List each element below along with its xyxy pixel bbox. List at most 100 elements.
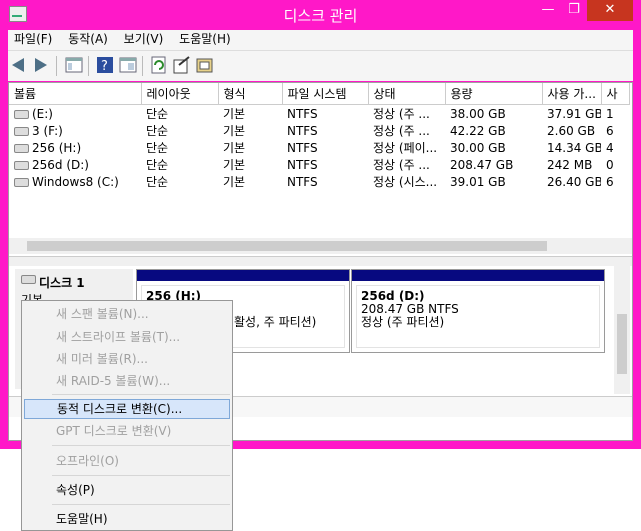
menu-new-mirrored-volume[interactable]: 새 미러 볼륨(R)... (24, 349, 230, 369)
refresh-icon[interactable] (150, 56, 168, 74)
filesystem-cell: NTFS (287, 106, 318, 121)
layout-cell: 단순 (146, 158, 169, 172)
filesystem-cell: NTFS (287, 157, 318, 172)
properties-icon[interactable] (173, 56, 191, 74)
menu-separator (52, 445, 230, 446)
minimize-button[interactable]: — (535, 0, 561, 21)
drive-icon (14, 126, 29, 136)
col-free[interactable]: 사 (601, 83, 630, 105)
menu-new-spanned-volume[interactable]: 새 스팬 볼륨(N)... (24, 304, 230, 324)
drive-icon (14, 109, 29, 119)
scrollbar-thumb[interactable] (27, 241, 547, 251)
used-cell: 242 MB (547, 157, 593, 172)
table-row[interactable]: 256d (D:) 단순 기본 NTFS 정상 (주 ... 208.47 GB… (9, 156, 629, 173)
layout-cell: 단순 (146, 124, 169, 138)
filesystem-cell: NTFS (287, 140, 318, 155)
partition-bar (137, 270, 349, 281)
free-cell: 6 (606, 174, 614, 189)
menu-properties[interactable]: 속성(P) (24, 480, 230, 500)
type-cell: 기본 (223, 158, 246, 172)
layout-cell: 단순 (146, 141, 169, 155)
status-cell: 정상 (페이... (373, 141, 438, 155)
menu-help-item[interactable]: 도움말(H) (24, 509, 230, 529)
type-cell: 기본 (223, 107, 246, 121)
used-cell: 26.40 GB (547, 174, 601, 189)
volume-name: (E:) (32, 106, 53, 121)
menu-view[interactable]: 보기(V) (118, 30, 170, 49)
partition-status: 정상 (주 파티션) (361, 315, 445, 329)
col-used[interactable]: 사용 가... (542, 83, 602, 105)
volume-name: 3 (F:) (32, 123, 63, 138)
menu-convert-to-gpt[interactable]: GPT 디스크로 변환(V) (24, 421, 230, 441)
capacity-cell: 39.01 GB (450, 174, 506, 189)
status-cell: 정상 (주 ... (373, 107, 430, 121)
volume-name: Windows8 (C:) (32, 174, 119, 189)
vertical-scrollbar[interactable] (614, 266, 630, 394)
col-volume[interactable]: 볼륨 (9, 83, 142, 105)
col-status[interactable]: 상태 (368, 83, 446, 105)
help-icon[interactable]: ? (96, 56, 114, 74)
toolbar-separator (88, 56, 89, 76)
volume-table: 볼륨 레이아웃 형식 파일 시스템 상태 용량 사용 가... 사 (E:) 단… (9, 83, 630, 190)
drive-icon (14, 143, 29, 153)
forward-arrow-icon[interactable] (35, 58, 47, 72)
show-hide-console-tree-icon[interactable] (65, 56, 83, 74)
capacity-cell: 30.00 GB (450, 140, 506, 155)
menu-action[interactable]: 동작(A) (62, 30, 114, 49)
close-button[interactable]: ✕ (587, 0, 633, 21)
partition-info: 256d (D:) 208.47 GB NTFS 정상 (주 파티션) (356, 285, 600, 348)
properties-pane-icon[interactable] (119, 56, 137, 74)
disk-settings-icon[interactable] (196, 56, 214, 74)
volume-cell: 256d (D:) (9, 156, 141, 173)
partition-d[interactable]: 256d (D:) 208.47 GB NTFS 정상 (주 파티션) (351, 269, 605, 353)
type-cell: 기본 (223, 141, 246, 155)
type-cell: 기본 (223, 175, 246, 189)
status-cell: 정상 (주 ... (373, 158, 430, 172)
maximize-button[interactable]: ❐ (561, 0, 587, 21)
capacity-cell: 38.00 GB (450, 106, 506, 121)
layout-cell: 단순 (146, 175, 169, 189)
menu-offline[interactable]: 오프라인(O) (24, 451, 230, 471)
capacity-cell: 208.47 GB (450, 157, 514, 172)
toolbar: ? (8, 50, 633, 81)
table-row[interactable]: (E:) 단순 기본 NTFS 정상 (주 ... 38.00 GB 37.91… (9, 105, 629, 123)
col-layout[interactable]: 레이아웃 (141, 83, 219, 105)
free-cell: 4 (606, 140, 614, 155)
volume-list: 볼륨 레이아웃 형식 파일 시스템 상태 용량 사용 가... 사 (E:) 단… (9, 83, 632, 255)
back-arrow-icon[interactable] (12, 58, 24, 72)
menu-new-striped-volume[interactable]: 새 스트라이프 볼륨(T)... (24, 327, 230, 347)
menu-convert-to-dynamic[interactable]: 동적 디스크로 변환(C)... (24, 399, 230, 419)
used-cell: 37.91 GB (547, 106, 601, 121)
volume-cell: 3 (F:) (9, 122, 141, 139)
table-header: 볼륨 레이아웃 형식 파일 시스템 상태 용량 사용 가... 사 (9, 83, 630, 105)
volume-cell: Windows8 (C:) (9, 173, 141, 190)
menu-bar: 파일(F) 동작(A) 보기(V) 도움말(H) (8, 30, 633, 50)
col-type[interactable]: 형식 (218, 83, 283, 105)
table-row[interactable]: 256 (H:) 단순 기본 NTFS 정상 (페이... 30.00 GB 1… (9, 139, 629, 156)
type-cell: 기본 (223, 124, 246, 138)
toolbar-separator (56, 56, 57, 76)
menu-file[interactable]: 파일(F) (8, 30, 58, 49)
used-cell: 2.60 GB (547, 123, 596, 138)
menu-separator (52, 394, 230, 395)
title-bar: 디스크 관리 — ❐ ✕ (0, 0, 641, 30)
toolbar-separator (142, 56, 143, 76)
col-capacity[interactable]: 용량 (445, 83, 543, 105)
table-row[interactable]: Windows8 (C:) 단순 기본 NTFS 정상 (시스... 39.01… (9, 173, 629, 190)
context-menu: 새 스팬 볼륨(N)... 새 스트라이프 볼륨(T)... 새 미러 볼륨(R… (21, 300, 233, 531)
svg-text:?: ? (101, 59, 108, 74)
used-cell: 14.34 GB (547, 140, 601, 155)
status-cell: 정상 (주 ... (373, 124, 430, 138)
volume-cell: 256 (H:) (9, 139, 141, 156)
status-cell: 정상 (시스... (373, 175, 438, 189)
free-cell: 6 (606, 123, 614, 138)
col-filesystem[interactable]: 파일 시스템 (282, 83, 369, 105)
scrollbar-thumb[interactable] (617, 314, 627, 374)
volume-cell: (E:) (9, 105, 141, 123)
volume-name: 256 (H:) (32, 140, 82, 155)
table-row[interactable]: 3 (F:) 단순 기본 NTFS 정상 (주 ... 42.22 GB 2.6… (9, 122, 629, 139)
menu-help[interactable]: 도움말(H) (173, 30, 237, 49)
menu-new-raid5-volume[interactable]: 새 RAID-5 볼륨(W)... (24, 371, 230, 391)
drive-icon (14, 177, 29, 187)
horizontal-scrollbar[interactable] (9, 238, 632, 254)
